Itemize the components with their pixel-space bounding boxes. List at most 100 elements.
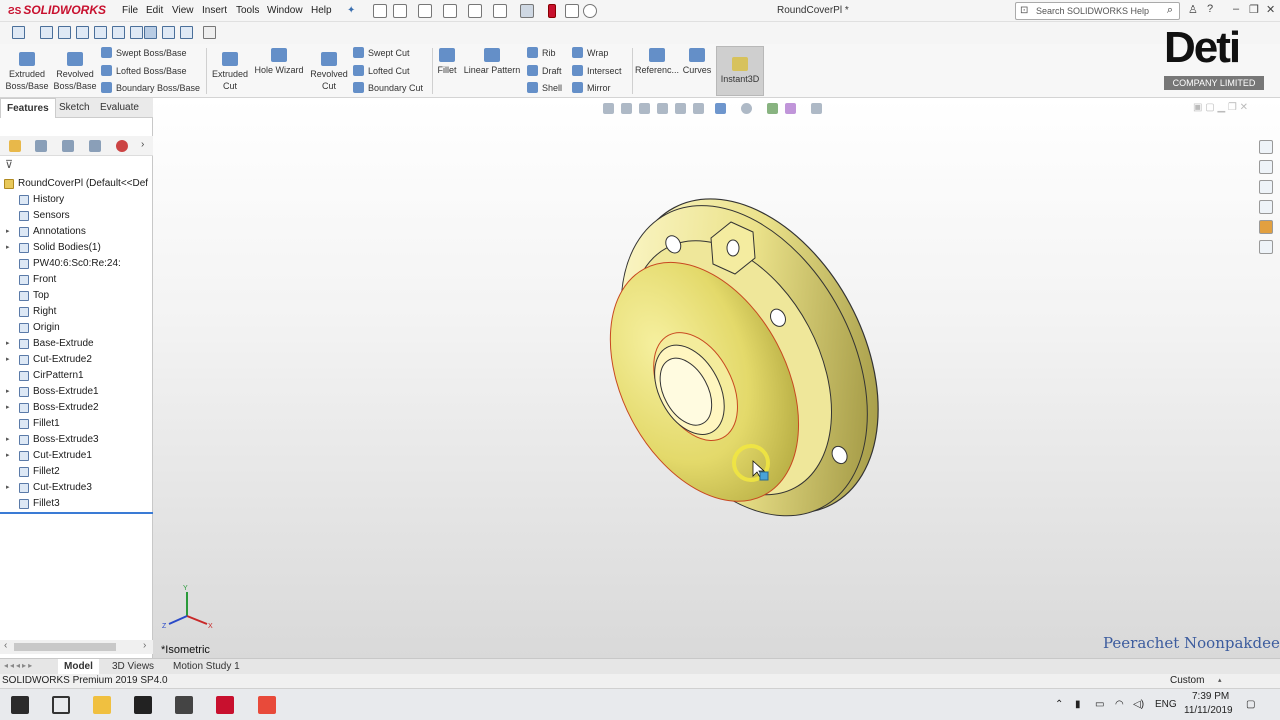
boundary-boss-button[interactable]: Boundary Boss/Base [101, 82, 200, 94]
lofted-cut-button[interactable]: Lofted Cut [353, 65, 410, 77]
tree-item[interactable]: ▸ Base-Extrude [0, 336, 153, 352]
linear-pattern-button[interactable]: Linear Pattern [462, 48, 522, 76]
store-icon[interactable] [134, 696, 152, 714]
menu-tools[interactable]: Tools [236, 5, 259, 16]
display-manager-icon[interactable] [116, 140, 128, 152]
shell-button[interactable]: Shell [527, 82, 562, 94]
units-selector[interactable]: Custom [1170, 674, 1204, 688]
view-front-icon[interactable] [40, 26, 53, 39]
view-dimetric-icon[interactable] [180, 26, 193, 39]
tree-item[interactable]: Sensors [0, 208, 153, 224]
filter-icon[interactable]: ⊽ [5, 158, 13, 171]
scroll-thumb[interactable] [14, 643, 116, 651]
windows-start-icon[interactable] [11, 696, 29, 714]
dimxpert-icon[interactable] [89, 140, 101, 152]
tree-item[interactable]: Right [0, 304, 153, 320]
tree-item[interactable]: Front [0, 272, 153, 288]
view-back-icon[interactable] [58, 26, 71, 39]
task-view-icon[interactable] [52, 696, 70, 714]
expand-arrow-icon[interactable]: ▸ [6, 448, 10, 464]
mirror-button[interactable]: Mirror [572, 82, 611, 94]
print-icon[interactable] [468, 4, 482, 18]
tree-item[interactable]: ▸ Boss-Extrude1 [0, 384, 153, 400]
extruded-cut-button[interactable]: Extruded Cut [208, 52, 252, 92]
fillet-button[interactable]: Fillet [435, 48, 459, 76]
save-icon[interactable] [443, 4, 457, 18]
intersect-button[interactable]: Intersect [572, 65, 622, 77]
view-top-icon[interactable] [112, 26, 125, 39]
minimize-icon[interactable]: – [1233, 3, 1239, 15]
user-icon[interactable]: ♙ [1188, 3, 1198, 16]
scroll-right-icon[interactable]: › [143, 640, 146, 651]
select-icon[interactable] [520, 4, 534, 18]
instant3d-button[interactable]: Instant3D [716, 46, 764, 96]
microphone-icon[interactable]: ▮ [1075, 699, 1081, 710]
reference-geometry-button[interactable]: Referenc... [634, 48, 680, 76]
feature-manager-icon[interactable] [9, 140, 21, 152]
search-field[interactable]: ⊡ Search SOLIDWORKS Help ⌕ [1015, 2, 1180, 20]
close-icon[interactable]: ✕ [1266, 3, 1275, 16]
curves-button[interactable]: Curves [682, 48, 712, 76]
solidworks-logo[interactable]: ƧS SOLIDWORKS [8, 3, 106, 17]
tray-chevron-icon[interactable]: ⌃ [1055, 699, 1063, 710]
wifi-icon[interactable]: ◠ [1115, 699, 1124, 710]
part-model[interactable]: Y X Z [153, 98, 1280, 658]
lofted-boss-button[interactable]: Lofted Boss/Base [101, 65, 187, 77]
tab-scroll-icons[interactable]: ◂◂◂▸▸ [4, 661, 34, 670]
tab-model[interactable]: Model [58, 659, 99, 675]
volume-icon[interactable]: ◁) [1133, 699, 1144, 710]
view-bottom-icon[interactable] [130, 26, 143, 39]
scroll-left-icon[interactable]: ‹ [4, 640, 7, 651]
rib-button[interactable]: Rib [527, 47, 556, 59]
extruded-boss-button[interactable]: Extruded Boss/Base [4, 52, 50, 92]
swept-boss-button[interactable]: Swept Boss/Base [101, 47, 187, 59]
mail-icon[interactable] [175, 696, 193, 714]
draft-button[interactable]: Draft [527, 65, 562, 77]
tree-item[interactable]: ▸ Cut-Extrude1 [0, 448, 153, 464]
options-gear-icon[interactable] [583, 4, 597, 18]
rollback-bar[interactable] [0, 512, 153, 514]
view-trimetric-icon[interactable] [162, 26, 175, 39]
tree-root[interactable]: RoundCoverPl (Default<<Def [0, 176, 153, 192]
horizontal-scrollbar[interactable]: ‹ › [0, 640, 153, 654]
tree-item[interactable]: Fillet1 [0, 416, 153, 432]
language-indicator[interactable]: ENG [1155, 699, 1177, 710]
menu-edit[interactable]: Edit [146, 5, 163, 16]
home-icon[interactable] [373, 4, 387, 18]
menu-insert[interactable]: Insert [202, 5, 227, 16]
tab-features[interactable]: Features [0, 98, 56, 118]
menu-help[interactable]: Help [311, 5, 332, 16]
tree-item[interactable]: ▸ Cut-Extrude2 [0, 352, 153, 368]
chevron-up-icon[interactable]: ▴ [1218, 674, 1222, 688]
tab-evaluate[interactable]: Evaluate [94, 98, 145, 118]
solidworks-taskbar-icon[interactable] [216, 696, 234, 714]
undo-icon[interactable] [493, 4, 507, 18]
swept-cut-button[interactable]: Swept Cut [353, 47, 410, 59]
expand-arrow-icon[interactable]: ▸ [6, 240, 10, 256]
normal-to-icon[interactable] [203, 26, 216, 39]
hole-wizard-button[interactable]: Hole Wizard [252, 48, 306, 76]
tree-item[interactable]: CirPattern1 [0, 368, 153, 384]
view-left-icon[interactable] [76, 26, 89, 39]
tree-item[interactable]: ▸ Solid Bodies(1) [0, 240, 153, 256]
arrow-down-icon[interactable] [12, 26, 25, 39]
open-icon[interactable] [418, 4, 432, 18]
tree-item[interactable]: ▸ Cut-Extrude3 [0, 480, 153, 496]
expand-arrow-icon[interactable]: ▸ [6, 352, 10, 368]
tab-motion-study[interactable]: Motion Study 1 [167, 659, 246, 675]
expand-arrow-icon[interactable]: ▸ [6, 224, 10, 240]
view-isometric-icon[interactable] [144, 26, 157, 39]
expand-arrow-icon[interactable]: ▸ [6, 480, 10, 496]
pin-icon[interactable]: ✦ [347, 5, 355, 16]
chevron-right-icon[interactable]: › [141, 139, 144, 150]
file-explorer-icon[interactable] [93, 696, 111, 714]
tree-item[interactable]: Origin [0, 320, 153, 336]
tree-item[interactable]: ▸ Boss-Extrude3 [0, 432, 153, 448]
tree-item[interactable]: History [0, 192, 153, 208]
recorder-icon[interactable] [258, 696, 276, 714]
revolved-boss-button[interactable]: Revolved Boss/Base [52, 52, 98, 92]
tree-item[interactable]: Fillet2 [0, 464, 153, 480]
view-right-icon[interactable] [94, 26, 107, 39]
file-properties-icon[interactable] [565, 4, 579, 18]
new-document-icon[interactable] [393, 4, 407, 18]
